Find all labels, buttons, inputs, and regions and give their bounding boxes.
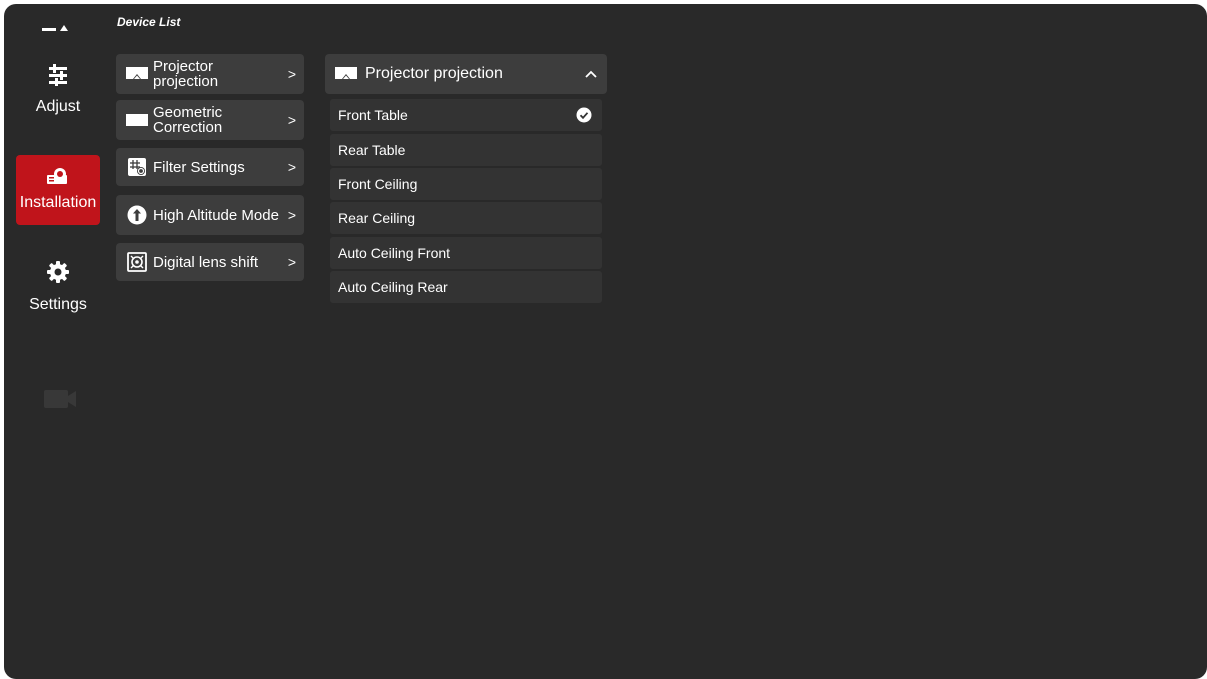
sidebar-item-label: Installation: [19, 194, 97, 211]
menu-item-geometric-correction[interactable]: Geometric Correction >: [116, 100, 304, 140]
option-label: Auto Ceiling Rear: [338, 279, 448, 295]
sidebar-item-settings[interactable]: Settings: [16, 256, 100, 318]
sidebar-item-installation[interactable]: Installation: [16, 155, 100, 225]
option-label: Front Table: [338, 107, 408, 123]
option-auto-ceiling-rear[interactable]: Auto Ceiling Rear: [330, 271, 602, 303]
option-front-table[interactable]: Front Table: [330, 99, 602, 131]
chevron-right-icon: >: [287, 112, 297, 128]
check-circle-icon: [576, 107, 592, 123]
chevron-right-icon: >: [287, 254, 297, 270]
option-label: Rear Ceiling: [338, 210, 416, 226]
chevron-right-icon: >: [287, 159, 297, 175]
option-label: Rear Table: [338, 142, 406, 158]
option-rear-ceiling[interactable]: Rear Ceiling: [330, 202, 602, 234]
projection-icon: [126, 63, 148, 85]
menu-item-digital-lens-shift[interactable]: Digital lens shift >: [116, 243, 304, 281]
rectangle-icon: [126, 109, 148, 131]
chevron-up-icon[interactable]: [579, 70, 603, 78]
menu-item-high-altitude-mode[interactable]: High Altitude Mode >: [116, 195, 304, 235]
filter-icon: [126, 156, 148, 178]
sidebar-item-adjust[interactable]: Adjust: [16, 60, 100, 122]
menu-item-label: Filter Settings: [153, 158, 245, 176]
gear-icon: [16, 260, 100, 284]
chevron-right-icon: >: [287, 207, 297, 223]
page-title: Device List: [117, 15, 181, 29]
sidebar: Adjust Installation Settings: [4, 4, 116, 679]
menu-item-label: Projector projection: [153, 58, 219, 90]
altitude-icon: [126, 204, 148, 226]
sliders-icon: [16, 64, 100, 86]
menu-item-label: High Altitude Mode: [153, 206, 279, 224]
option-rear-table[interactable]: Rear Table: [330, 134, 602, 166]
sidebar-item-label: Adjust: [35, 98, 81, 115]
option-label: Auto Ceiling Front: [338, 245, 451, 261]
menu-item-projector-projection[interactable]: Projector projection >: [116, 54, 304, 94]
projection-dropdown-header[interactable]: Projector projection: [325, 54, 607, 94]
chevron-right-icon: >: [287, 66, 297, 82]
option-front-ceiling[interactable]: Front Ceiling: [330, 168, 602, 200]
projector-icon: [16, 166, 100, 186]
option-label: Front Ceiling: [338, 176, 418, 192]
minimize-icon[interactable]: [42, 18, 78, 38]
lens-shift-icon: [126, 251, 148, 273]
camera-icon: [42, 384, 78, 419]
app-window: Adjust Installation Settings Device List…: [4, 4, 1207, 679]
dropdown-title: Projector projection: [365, 65, 503, 82]
menu-item-label: Digital lens shift: [153, 253, 259, 271]
option-auto-ceiling-front[interactable]: Auto Ceiling Front: [330, 237, 602, 269]
menu-item-label: Geometric Correction: [153, 104, 223, 136]
menu-item-filter-settings[interactable]: Filter Settings >: [116, 148, 304, 186]
projection-icon: [335, 67, 357, 81]
sidebar-item-label: Settings: [29, 296, 87, 313]
